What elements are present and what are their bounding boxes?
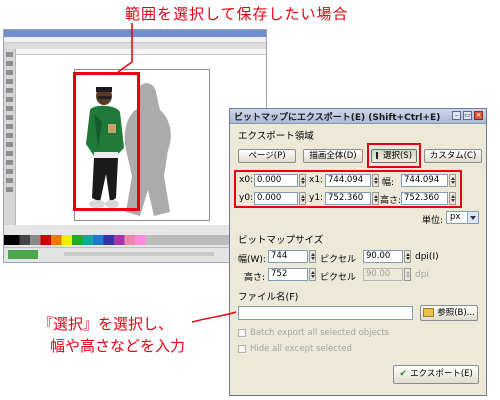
bitmap-width-label: 幅(W): <box>238 255 266 265</box>
dpi-field-disabled: 90.00 <box>363 268 403 281</box>
tool-icon[interactable] <box>6 61 13 66</box>
tool-icon[interactable] <box>6 169 13 174</box>
annotation-bottom: 『選択』を選択し、 幅や高さなどを入力 <box>38 313 213 357</box>
pixel-label-2: ピクセル <box>320 273 357 283</box>
dialog-title: ビットマップにエクスポート(E) (Shift+Ctrl+E) <box>234 113 441 123</box>
pixel-label: ピクセル <box>320 255 357 265</box>
export-button[interactable]: ✔ エクスポート(E) <box>393 365 479 384</box>
batch-export-label: Batch export all selected objects <box>250 328 390 338</box>
editor-titlebar <box>4 30 266 37</box>
tool-icon[interactable] <box>6 52 13 57</box>
checkmark-icon: ✔ <box>399 368 407 379</box>
custom-area-button[interactable]: カスタム(C) <box>424 149 482 163</box>
bitmap-width-field[interactable]: 744 <box>268 250 308 263</box>
bitmap-height-label: 高さ: <box>244 273 266 283</box>
annotation-top: 範囲を選択して保存したい場合 <box>125 5 349 23</box>
tool-icon[interactable] <box>6 187 13 192</box>
height-spinner[interactable] <box>449 192 456 205</box>
units-select[interactable]: px <box>446 211 479 224</box>
bitmap-height-spinner[interactable] <box>309 268 316 281</box>
folder-icon <box>423 308 435 317</box>
x0-field[interactable]: 0.000 <box>254 174 298 187</box>
units-label: 単位: <box>422 216 444 226</box>
export-area-label: エクスポート領域 <box>238 131 314 142</box>
minimize-icon[interactable]: – <box>452 111 461 120</box>
chevron-down-icon <box>467 212 478 223</box>
tool-icon[interactable] <box>6 133 13 138</box>
selection-highlight <box>73 72 140 211</box>
tool-icon[interactable] <box>6 124 13 129</box>
x1-label: x1: <box>309 175 324 185</box>
y1-label: y1: <box>309 193 324 203</box>
bitmap-width-spinner[interactable] <box>309 250 316 263</box>
dialog-titlebar: ビットマップにエクスポート(E) (Shift+Ctrl+E) – ▭ × <box>230 109 486 124</box>
tool-icon[interactable] <box>6 79 13 84</box>
width-field[interactable]: 744.094 <box>401 174 448 187</box>
color-palette[interactable] <box>4 235 266 245</box>
filename-label: ファイル名(F) <box>238 292 299 303</box>
editor-toolbox <box>4 49 16 225</box>
x0-spinner[interactable] <box>299 174 306 187</box>
dpi-spinner-disabled <box>404 268 411 281</box>
y1-spinner[interactable] <box>372 192 379 205</box>
hide-all-checkbox[interactable] <box>238 345 246 353</box>
export-bitmap-dialog: ビットマップにエクスポート(E) (Shift+Ctrl+E) – ▭ × エク… <box>229 108 487 396</box>
hide-all-label: Hide all except selected <box>250 344 352 354</box>
filename-field[interactable] <box>238 306 413 320</box>
tool-icon[interactable] <box>6 115 13 120</box>
tool-icon[interactable] <box>6 97 13 102</box>
dpi-spinner[interactable] <box>404 250 411 263</box>
browse-button[interactable]: 参照(B)... <box>420 305 478 321</box>
dpi-label-2: dpi <box>415 270 429 280</box>
width-label: 幅: <box>382 178 395 188</box>
page-area-button[interactable]: ページ(P) <box>238 149 296 163</box>
x0-label: x0: <box>239 175 254 185</box>
bitmap-size-label: ビットマップサイズ <box>238 235 324 246</box>
tool-icon[interactable] <box>6 70 13 75</box>
y0-spinner[interactable] <box>299 192 306 205</box>
annotation-bottom-line2: 幅や高さなどを入力 <box>50 337 186 355</box>
tool-icon[interactable] <box>6 142 13 147</box>
dpi-label: dpi(I) <box>415 252 439 262</box>
x1-field[interactable]: 744.094 <box>325 174 371 187</box>
x1-spinner[interactable] <box>372 174 379 187</box>
tool-icon[interactable] <box>6 160 13 165</box>
width-spinner[interactable] <box>449 174 456 187</box>
dpi-field[interactable]: 90.00 <box>363 250 403 263</box>
tool-icon[interactable] <box>6 106 13 111</box>
editor-statusbar <box>4 247 266 262</box>
batch-export-checkbox[interactable] <box>238 329 246 337</box>
bitmap-height-field[interactable]: 752 <box>268 268 308 281</box>
tool-icon[interactable] <box>6 151 13 156</box>
close-icon[interactable]: × <box>474 111 483 120</box>
annotation-bottom-line1: 『選択』を選択し、 <box>38 315 174 333</box>
tool-icon[interactable] <box>6 88 13 93</box>
y0-field[interactable]: 0.000 <box>254 192 298 205</box>
tool-icon[interactable] <box>6 178 13 183</box>
y0-label: y0: <box>239 193 254 203</box>
restore-icon[interactable]: ▭ <box>463 111 472 120</box>
selection-button-highlight <box>367 143 421 168</box>
height-field[interactable]: 752.360 <box>401 192 448 205</box>
y1-field[interactable]: 752.360 <box>325 192 371 205</box>
drawing-area-button[interactable]: 描画全体(D) <box>303 149 363 163</box>
height-label: 高さ: <box>380 196 402 206</box>
